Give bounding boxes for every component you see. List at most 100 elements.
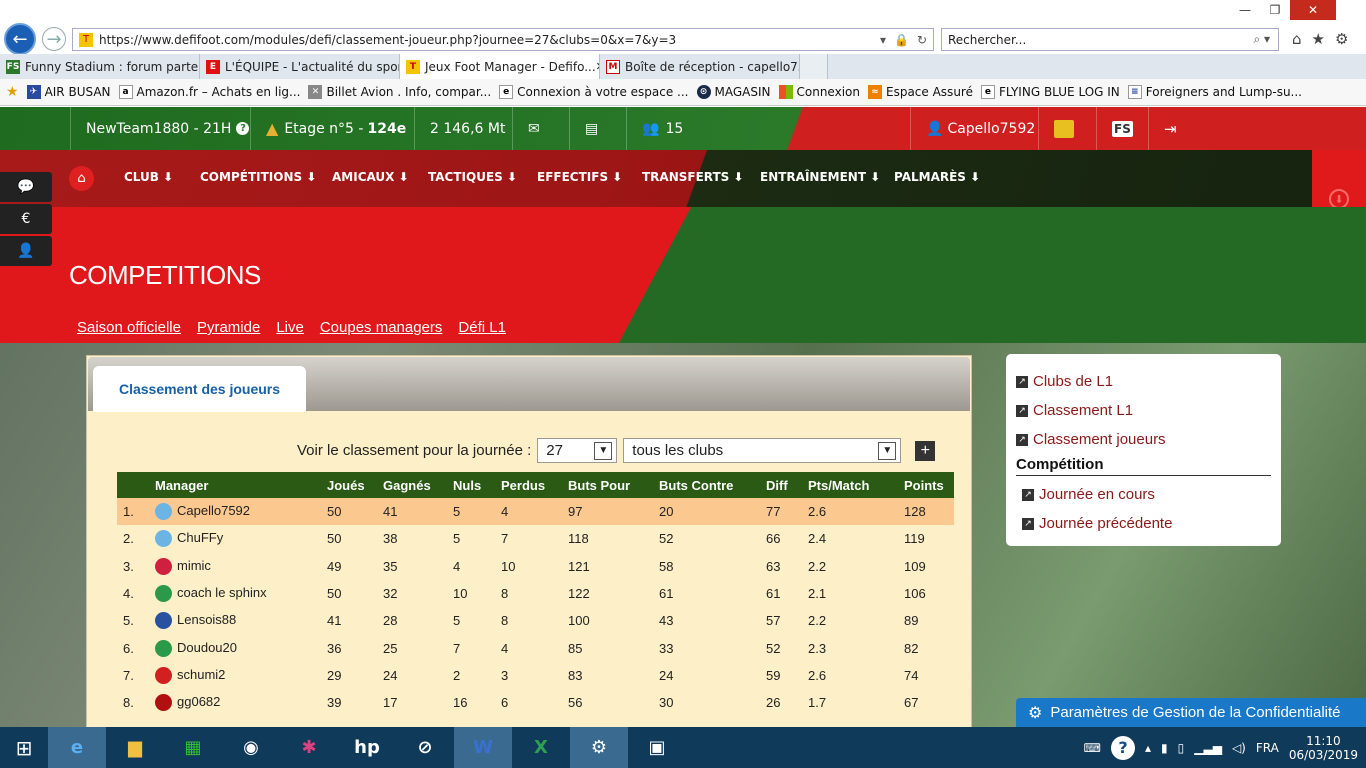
link-coupes-managers[interactable]: Coupes managers — [320, 319, 443, 336]
link-classement-l1[interactable]: ↗ Classement L1 — [1016, 396, 1271, 425]
link-clubs-l1[interactable]: ↗ Clubs de L1 — [1016, 367, 1271, 396]
word-icon[interactable]: W — [454, 727, 512, 768]
battery-icon[interactable]: ▯ — [1178, 741, 1185, 755]
logout-button[interactable]: ⇥ — [1148, 107, 1192, 150]
home-icon[interactable]: ⌂ — [69, 166, 94, 191]
hp-icon[interactable]: hp — [338, 727, 396, 768]
table-row[interactable]: 2. ChuFFy 50 38 5 7 118 52 66 2.4 119 — [117, 525, 954, 552]
menu-tactiques[interactable]: TACTIQUES ⬇ — [428, 170, 517, 184]
menu-entrainement[interactable]: ENTRAÎNEMENT ⬇ — [760, 170, 880, 184]
search-input[interactable]: Rechercher... ⌕ ▾ — [941, 28, 1279, 51]
forward-button[interactable]: → — [42, 27, 66, 51]
privacy-settings-button[interactable]: ⚙ Paramètres de Gestion de la Confidenti… — [1016, 698, 1366, 727]
close-window-icon[interactable]: ✕ — [1290, 0, 1336, 20]
user-profile[interactable]: 👤 Capello7592 — [910, 107, 1050, 150]
gear-icon[interactable]: ⚙ — [1335, 30, 1348, 48]
menu-amicaux[interactable]: AMICAUX ⬇ — [332, 170, 409, 184]
internet-explorer-icon[interactable]: e — [48, 727, 106, 768]
tab-funny-stadium[interactable]: FS Funny Stadium : forum parten... — [0, 54, 200, 79]
restore-icon[interactable]: ❐ — [1260, 0, 1290, 20]
favorites-star-icon[interactable]: ★ — [6, 84, 19, 100]
table-row[interactable]: 1. Capello7592 50 41 5 4 97 20 77 2.6 128 — [117, 498, 954, 526]
keyboard-icon[interactable]: ⌨ — [1084, 741, 1101, 755]
link-live[interactable]: Live — [276, 319, 304, 336]
manager-cell[interactable]: Capello7592 — [149, 498, 321, 526]
fav-foreigners[interactable]: ≡ Foreigners and Lump-su... — [1127, 85, 1302, 99]
lock-icon[interactable]: 🔒 — [894, 33, 909, 47]
link-journee-en-cours[interactable]: ↗ Journée en cours — [1016, 480, 1271, 509]
help-icon[interactable]: ? — [236, 122, 250, 135]
floor-info[interactable]: ▲ Etage n°5 - 124e — [250, 107, 421, 150]
volume-icon[interactable]: ◁) — [1232, 741, 1246, 755]
table-row[interactable]: 6. Doudou20 36 25 7 4 85 33 52 2.3 82 — [117, 634, 954, 661]
back-button[interactable]: ← — [4, 23, 36, 55]
chat-icon[interactable]: 💬 — [0, 172, 52, 202]
manager-cell[interactable]: Lensois88 — [149, 607, 321, 634]
table-row[interactable]: 4. coach le sphinx 50 32 10 8 122 61 61 2.1 106 — [117, 580, 954, 607]
chevron-up-icon[interactable]: ▴ — [1145, 741, 1151, 755]
camera-icon[interactable]: ◉ — [222, 727, 280, 768]
new-tab-button[interactable] — [800, 54, 828, 79]
satellite-icon[interactable]: ⊘ — [396, 727, 454, 768]
excel-icon[interactable]: X — [512, 727, 570, 768]
plus-icon[interactable]: + — [915, 440, 936, 461]
euro-icon[interactable]: € — [0, 204, 52, 234]
news-button[interactable]: ▤ — [569, 107, 613, 150]
windows-start-icon[interactable]: ⊞ — [0, 727, 48, 768]
link-pyramide[interactable]: Pyramide — [197, 319, 260, 336]
manager-cell[interactable]: gg0682 — [149, 689, 321, 716]
gold-button[interactable] — [1038, 107, 1089, 150]
address-bar[interactable]: T https://www.defifoot.com/modules/defi/… — [72, 28, 934, 51]
language-indicator[interactable]: FRA — [1256, 741, 1279, 755]
manager-cell[interactable]: Doudou20 — [149, 634, 321, 661]
menu-competitions[interactable]: COMPÉTITIONS ⬇ — [200, 170, 316, 184]
fav-flying-blue[interactable]: e FLYING BLUE LOG IN — [980, 85, 1120, 99]
link-classement-joueurs[interactable]: ↗ Classement joueurs — [1016, 425, 1271, 454]
messages-button[interactable]: ✉ — [512, 107, 555, 150]
scroll-down-button[interactable]: ⬇ — [1312, 150, 1366, 209]
store-icon[interactable]: ▦ — [164, 727, 222, 768]
signal-icon[interactable]: ▁▃▅ — [1194, 741, 1222, 755]
menu-club[interactable]: CLUB ⬇ — [124, 170, 173, 184]
link-defi-l1[interactable]: Défi L1 — [458, 319, 506, 336]
clock[interactable]: 11:10 06/03/2019 — [1289, 734, 1358, 762]
tab-mail[interactable]: M Boîte de réception - capello759... — [600, 54, 800, 79]
star-icon[interactable]: ★ — [1312, 30, 1325, 48]
team-info[interactable]: NewTeam1880 - 21H ? — [70, 107, 264, 150]
tab-classement-joueurs[interactable]: Classement des joueurs — [93, 366, 306, 412]
fav-espace-assure[interactable]: ≈ Espace Assuré — [868, 85, 973, 99]
search-icon[interactable]: ⌕ ▾ — [1253, 32, 1278, 47]
menu-transferts[interactable]: TRANSFERTS ⬇ — [642, 170, 744, 184]
network-icon[interactable]: ▮ — [1161, 741, 1168, 755]
home-icon[interactable]: ⌂ — [1292, 30, 1302, 48]
fav-magasin[interactable]: ⊙ MAGASIN — [696, 85, 771, 99]
tab-defifoot[interactable]: T Jeux Foot Manager - Defifo... ✕ — [400, 54, 600, 79]
manager-cell[interactable]: mimic — [149, 553, 321, 580]
settings-icon[interactable]: ⚙ — [570, 727, 628, 768]
user-icon[interactable]: 👤 — [0, 236, 52, 266]
link-saison-officielle[interactable]: Saison officielle — [77, 319, 181, 336]
menu-effectifs[interactable]: EFFECTIFS ⬇ — [537, 170, 622, 184]
help-icon[interactable]: ? — [1111, 735, 1135, 760]
refresh-icon[interactable]: ↻ — [917, 33, 927, 47]
fav-billet-avion[interactable]: ✕ Billet Avion . Info, compar... — [308, 85, 491, 99]
minimize-icon[interactable]: — — [1230, 0, 1260, 20]
fs-button[interactable]: FS — [1096, 107, 1148, 150]
table-row[interactable]: 8. gg0682 39 17 16 6 56 30 26 1.7 67 — [117, 689, 954, 716]
manager-cell[interactable]: schumi2 — [149, 662, 321, 689]
menu-palmares[interactable]: PALMARÈS ⬇ — [894, 170, 980, 184]
table-row[interactable]: 7. schumi2 29 24 2 3 83 24 59 2.6 74 — [117, 662, 954, 689]
manager-cell[interactable]: ChuFFy — [149, 525, 321, 552]
tab-lequipe[interactable]: E L'ÉQUIPE - L'actualité du sport ... — [200, 54, 400, 79]
fav-connexion[interactable]: Connexion — [778, 85, 860, 99]
fav-connexion-espace[interactable]: e Connexion à votre espace ... — [499, 85, 689, 99]
control-panel-icon[interactable]: ▣ — [628, 727, 686, 768]
friends-button[interactable]: 👥 15 — [626, 107, 698, 150]
dropdown-icon[interactable]: ▾ — [880, 33, 886, 47]
table-row[interactable]: 5. Lensois88 41 28 5 8 100 43 57 2.2 89 — [117, 607, 954, 634]
fav-air-busan[interactable]: ✈ AIR BUSAN — [26, 85, 111, 99]
file-explorer-icon[interactable]: ▆ — [106, 727, 164, 768]
table-row[interactable]: 3. mimic 49 35 4 10 121 58 63 2.2 109 — [117, 553, 954, 580]
fav-amazon[interactable]: a Amazon.fr – Achats en lig... — [118, 85, 300, 99]
link-journee-precedente[interactable]: ↗ Journée précédente — [1016, 509, 1271, 538]
